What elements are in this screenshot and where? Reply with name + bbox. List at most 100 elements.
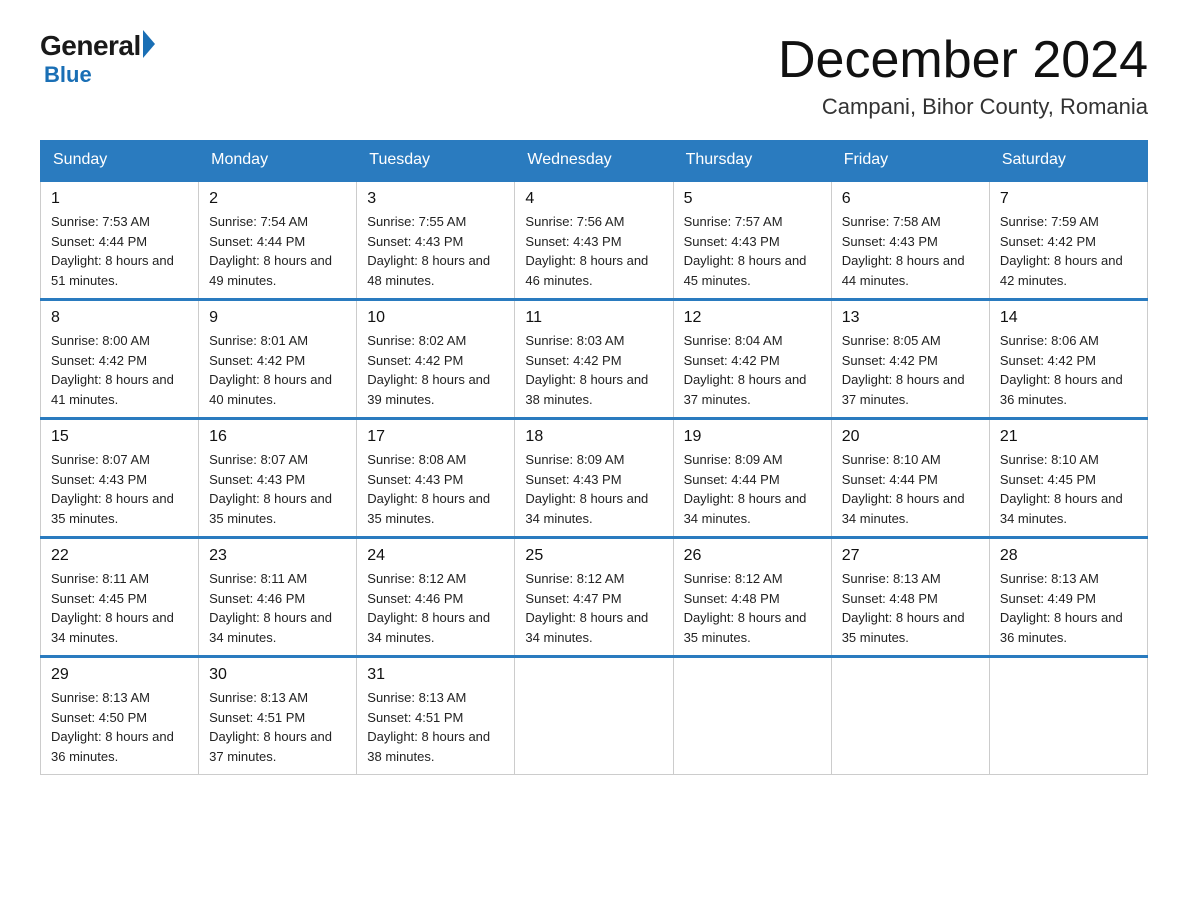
day-info: Sunrise: 8:07 AM Sunset: 4:43 PM Dayligh… xyxy=(51,450,188,528)
weekday-header-sunday: Sunday xyxy=(41,141,199,181)
weekday-header-row: SundayMondayTuesdayWednesdayThursdayFrid… xyxy=(41,141,1148,181)
day-number: 20 xyxy=(842,428,979,446)
calendar-cell: 17 Sunrise: 8:08 AM Sunset: 4:43 PM Dayl… xyxy=(357,419,515,538)
calendar-cell: 10 Sunrise: 8:02 AM Sunset: 4:42 PM Dayl… xyxy=(357,300,515,419)
calendar-week-row: 22 Sunrise: 8:11 AM Sunset: 4:45 PM Dayl… xyxy=(41,538,1148,657)
day-number: 27 xyxy=(842,547,979,565)
calendar-cell: 19 Sunrise: 8:09 AM Sunset: 4:44 PM Dayl… xyxy=(673,419,831,538)
day-info: Sunrise: 8:12 AM Sunset: 4:47 PM Dayligh… xyxy=(525,569,662,647)
day-info: Sunrise: 8:11 AM Sunset: 4:45 PM Dayligh… xyxy=(51,569,188,647)
logo-blue-text: Blue xyxy=(44,62,92,88)
day-number: 6 xyxy=(842,190,979,208)
day-info: Sunrise: 8:13 AM Sunset: 4:50 PM Dayligh… xyxy=(51,688,188,766)
day-number: 11 xyxy=(525,309,662,327)
calendar-week-row: 15 Sunrise: 8:07 AM Sunset: 4:43 PM Dayl… xyxy=(41,419,1148,538)
day-info: Sunrise: 8:07 AM Sunset: 4:43 PM Dayligh… xyxy=(209,450,346,528)
day-number: 10 xyxy=(367,309,504,327)
day-number: 18 xyxy=(525,428,662,446)
calendar-cell: 9 Sunrise: 8:01 AM Sunset: 4:42 PM Dayli… xyxy=(199,300,357,419)
calendar-cell: 18 Sunrise: 8:09 AM Sunset: 4:43 PM Dayl… xyxy=(515,419,673,538)
day-number: 31 xyxy=(367,666,504,684)
calendar-cell xyxy=(831,657,989,775)
title-block: December 2024 Campani, Bihor County, Rom… xyxy=(778,30,1148,120)
calendar-week-row: 8 Sunrise: 8:00 AM Sunset: 4:42 PM Dayli… xyxy=(41,300,1148,419)
logo-triangle-icon xyxy=(143,30,155,58)
day-number: 12 xyxy=(684,309,821,327)
day-number: 3 xyxy=(367,190,504,208)
day-number: 19 xyxy=(684,428,821,446)
day-number: 22 xyxy=(51,547,188,565)
day-number: 15 xyxy=(51,428,188,446)
calendar-cell: 15 Sunrise: 8:07 AM Sunset: 4:43 PM Dayl… xyxy=(41,419,199,538)
calendar-cell: 20 Sunrise: 8:10 AM Sunset: 4:44 PM Dayl… xyxy=(831,419,989,538)
day-info: Sunrise: 8:00 AM Sunset: 4:42 PM Dayligh… xyxy=(51,331,188,409)
day-number: 24 xyxy=(367,547,504,565)
calendar-cell xyxy=(673,657,831,775)
day-number: 9 xyxy=(209,309,346,327)
day-info: Sunrise: 8:03 AM Sunset: 4:42 PM Dayligh… xyxy=(525,331,662,409)
day-info: Sunrise: 7:55 AM Sunset: 4:43 PM Dayligh… xyxy=(367,212,504,290)
day-number: 29 xyxy=(51,666,188,684)
calendar-cell: 24 Sunrise: 8:12 AM Sunset: 4:46 PM Dayl… xyxy=(357,538,515,657)
day-number: 5 xyxy=(684,190,821,208)
day-info: Sunrise: 7:58 AM Sunset: 4:43 PM Dayligh… xyxy=(842,212,979,290)
calendar-cell: 16 Sunrise: 8:07 AM Sunset: 4:43 PM Dayl… xyxy=(199,419,357,538)
day-number: 4 xyxy=(525,190,662,208)
day-number: 17 xyxy=(367,428,504,446)
day-info: Sunrise: 7:54 AM Sunset: 4:44 PM Dayligh… xyxy=(209,212,346,290)
day-number: 26 xyxy=(684,547,821,565)
day-info: Sunrise: 7:59 AM Sunset: 4:42 PM Dayligh… xyxy=(1000,212,1137,290)
day-number: 16 xyxy=(209,428,346,446)
page-header: General Blue December 2024 Campani, Biho… xyxy=(40,30,1148,120)
location-label: Campani, Bihor County, Romania xyxy=(778,94,1148,120)
day-info: Sunrise: 8:09 AM Sunset: 4:43 PM Dayligh… xyxy=(525,450,662,528)
logo: General Blue xyxy=(40,30,155,88)
day-info: Sunrise: 8:13 AM Sunset: 4:49 PM Dayligh… xyxy=(1000,569,1137,647)
calendar-cell: 30 Sunrise: 8:13 AM Sunset: 4:51 PM Dayl… xyxy=(199,657,357,775)
weekday-header-friday: Friday xyxy=(831,141,989,181)
calendar-cell: 13 Sunrise: 8:05 AM Sunset: 4:42 PM Dayl… xyxy=(831,300,989,419)
weekday-header-wednesday: Wednesday xyxy=(515,141,673,181)
calendar-week-row: 1 Sunrise: 7:53 AM Sunset: 4:44 PM Dayli… xyxy=(41,181,1148,300)
day-number: 25 xyxy=(525,547,662,565)
weekday-header-thursday: Thursday xyxy=(673,141,831,181)
day-info: Sunrise: 8:01 AM Sunset: 4:42 PM Dayligh… xyxy=(209,331,346,409)
day-info: Sunrise: 8:12 AM Sunset: 4:48 PM Dayligh… xyxy=(684,569,821,647)
calendar-cell: 21 Sunrise: 8:10 AM Sunset: 4:45 PM Dayl… xyxy=(989,419,1147,538)
day-info: Sunrise: 8:13 AM Sunset: 4:48 PM Dayligh… xyxy=(842,569,979,647)
day-info: Sunrise: 7:56 AM Sunset: 4:43 PM Dayligh… xyxy=(525,212,662,290)
calendar-cell: 12 Sunrise: 8:04 AM Sunset: 4:42 PM Dayl… xyxy=(673,300,831,419)
logo-general-text: General xyxy=(40,30,141,62)
day-info: Sunrise: 8:08 AM Sunset: 4:43 PM Dayligh… xyxy=(367,450,504,528)
day-info: Sunrise: 8:02 AM Sunset: 4:42 PM Dayligh… xyxy=(367,331,504,409)
day-number: 7 xyxy=(1000,190,1137,208)
calendar-cell: 1 Sunrise: 7:53 AM Sunset: 4:44 PM Dayli… xyxy=(41,181,199,300)
day-number: 13 xyxy=(842,309,979,327)
calendar-cell: 2 Sunrise: 7:54 AM Sunset: 4:44 PM Dayli… xyxy=(199,181,357,300)
calendar-cell: 14 Sunrise: 8:06 AM Sunset: 4:42 PM Dayl… xyxy=(989,300,1147,419)
day-info: Sunrise: 8:11 AM Sunset: 4:46 PM Dayligh… xyxy=(209,569,346,647)
day-info: Sunrise: 8:06 AM Sunset: 4:42 PM Dayligh… xyxy=(1000,331,1137,409)
weekday-header-saturday: Saturday xyxy=(989,141,1147,181)
calendar-week-row: 29 Sunrise: 8:13 AM Sunset: 4:50 PM Dayl… xyxy=(41,657,1148,775)
day-number: 28 xyxy=(1000,547,1137,565)
day-info: Sunrise: 7:57 AM Sunset: 4:43 PM Dayligh… xyxy=(684,212,821,290)
calendar-table: SundayMondayTuesdayWednesdayThursdayFrid… xyxy=(40,140,1148,775)
calendar-cell: 4 Sunrise: 7:56 AM Sunset: 4:43 PM Dayli… xyxy=(515,181,673,300)
day-number: 1 xyxy=(51,190,188,208)
day-info: Sunrise: 8:04 AM Sunset: 4:42 PM Dayligh… xyxy=(684,331,821,409)
calendar-cell: 31 Sunrise: 8:13 AM Sunset: 4:51 PM Dayl… xyxy=(357,657,515,775)
calendar-cell: 23 Sunrise: 8:11 AM Sunset: 4:46 PM Dayl… xyxy=(199,538,357,657)
day-info: Sunrise: 8:10 AM Sunset: 4:45 PM Dayligh… xyxy=(1000,450,1137,528)
calendar-cell: 27 Sunrise: 8:13 AM Sunset: 4:48 PM Dayl… xyxy=(831,538,989,657)
day-info: Sunrise: 8:05 AM Sunset: 4:42 PM Dayligh… xyxy=(842,331,979,409)
calendar-cell xyxy=(989,657,1147,775)
calendar-cell: 26 Sunrise: 8:12 AM Sunset: 4:48 PM Dayl… xyxy=(673,538,831,657)
calendar-cell: 7 Sunrise: 7:59 AM Sunset: 4:42 PM Dayli… xyxy=(989,181,1147,300)
calendar-cell: 28 Sunrise: 8:13 AM Sunset: 4:49 PM Dayl… xyxy=(989,538,1147,657)
day-info: Sunrise: 7:53 AM Sunset: 4:44 PM Dayligh… xyxy=(51,212,188,290)
calendar-cell: 11 Sunrise: 8:03 AM Sunset: 4:42 PM Dayl… xyxy=(515,300,673,419)
calendar-cell xyxy=(515,657,673,775)
month-title: December 2024 xyxy=(778,30,1148,90)
day-number: 23 xyxy=(209,547,346,565)
